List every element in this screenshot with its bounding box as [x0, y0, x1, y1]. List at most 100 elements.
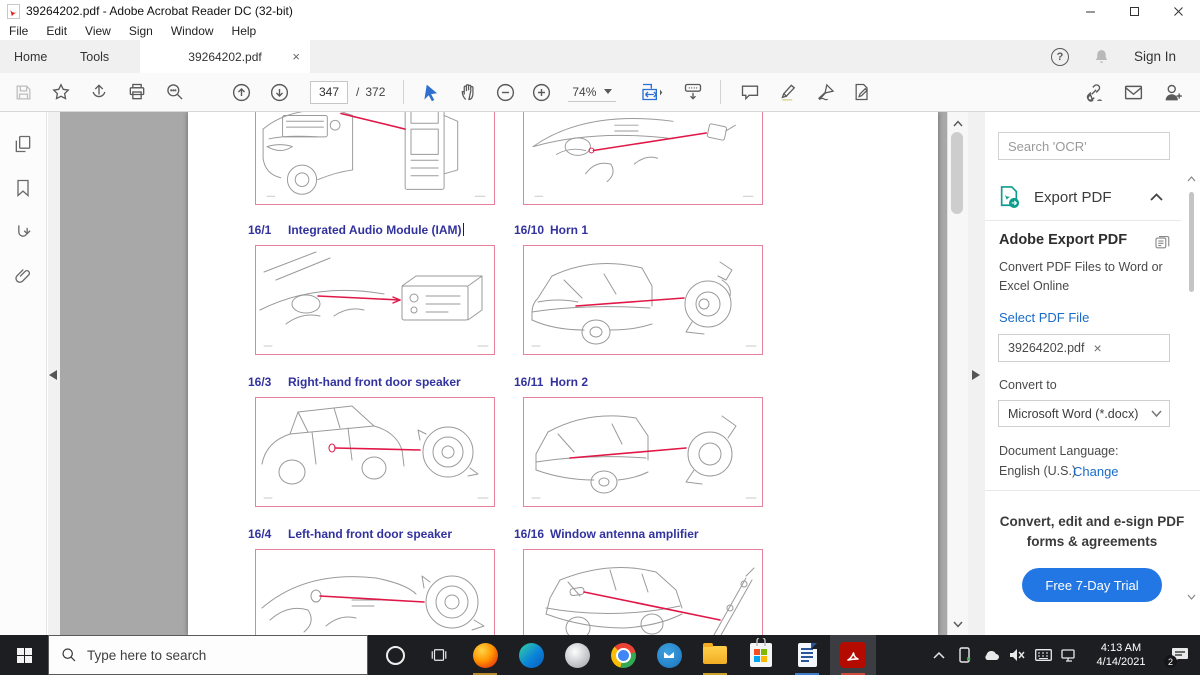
document-language-value: English (U.S.)	[999, 464, 1077, 478]
sign-pen-icon[interactable]	[815, 80, 837, 104]
caption-number: 16/3	[248, 375, 272, 389]
menu-view[interactable]: View	[76, 24, 120, 38]
page-number-input[interactable]: 347	[310, 80, 348, 104]
highlight-icon[interactable]	[777, 80, 799, 104]
star-icon[interactable]	[50, 80, 72, 104]
caption-number: 16/4	[248, 527, 272, 541]
taskbar-app-edge[interactable]	[508, 635, 554, 675]
fill-sign-icon[interactable]	[851, 80, 873, 104]
pdf-file-icon	[7, 3, 20, 19]
onedrive-cloud-icon[interactable]	[978, 635, 1004, 675]
touch-keyboard-icon[interactable]	[1030, 635, 1056, 675]
tools-panel: Export PDF Adobe Export PDF Convert PDF …	[985, 112, 1200, 635]
document-viewer[interactable]: 16/1 Integrated Audio Module (IAM) 16/10 H…	[60, 112, 947, 635]
your-phone-icon[interactable]	[952, 635, 978, 675]
save-icon[interactable]	[12, 80, 34, 104]
tab-home[interactable]: Home	[14, 40, 47, 73]
cortana-button[interactable]	[372, 635, 418, 675]
tab-document-label: 39264202.pdf	[188, 49, 262, 64]
uturn-arrow-icon[interactable]	[13, 222, 33, 242]
page-total: 372	[365, 85, 386, 99]
text-cursor	[462, 223, 464, 236]
panel-scrollbar[interactable]	[1187, 174, 1196, 602]
menu-edit[interactable]: Edit	[37, 24, 76, 38]
caption-number: 16/11	[514, 375, 544, 389]
taskbar-app-thunderbird[interactable]	[646, 635, 692, 675]
help-icon[interactable]: ?	[1050, 47, 1069, 66]
volume-muted-icon[interactable]	[1004, 635, 1030, 675]
change-language-link[interactable]: Change	[1073, 464, 1119, 479]
collapse-left-icon[interactable]	[49, 370, 57, 380]
taskbar-app-chrome[interactable]	[600, 635, 646, 675]
search-icon[interactable]	[164, 80, 186, 104]
add-person-icon[interactable]	[1162, 80, 1184, 104]
selected-file-field[interactable]: 39264202.pdf ×	[998, 334, 1170, 362]
caption-label: Horn 1	[550, 223, 589, 237]
start-button[interactable]	[0, 635, 48, 675]
email-icon[interactable]	[1122, 80, 1144, 104]
scrollbar-thumb[interactable]	[951, 132, 963, 214]
taskbar-clock[interactable]: 4:13 AM 4/14/2021	[1086, 641, 1156, 669]
tools-search-input[interactable]	[998, 132, 1170, 160]
scrolling-mode-icon[interactable]	[682, 80, 704, 104]
sign-in-button[interactable]: Sign In	[1134, 49, 1176, 64]
share-link-icon[interactable]	[1082, 80, 1104, 104]
taskbar-app-store[interactable]	[738, 635, 784, 675]
copy-pages-icon[interactable]	[1153, 232, 1171, 250]
task-view-button[interactable]	[416, 635, 462, 675]
menu-file[interactable]: File	[0, 24, 37, 38]
export-pdf-section-header[interactable]: Export PDF	[985, 180, 1200, 214]
collapse-right-icon[interactable]	[972, 370, 980, 380]
print-icon[interactable]	[126, 80, 148, 104]
zoom-out-icon[interactable]	[494, 80, 516, 104]
figure-window-antenna-amplifier	[523, 549, 763, 635]
panel-scrollbar-thumb[interactable]	[1189, 192, 1194, 292]
menu-sign[interactable]: Sign	[120, 24, 162, 38]
maximize-button[interactable]	[1112, 0, 1156, 22]
taskbar-app-firefox[interactable]	[462, 635, 508, 675]
network-icon[interactable]	[1056, 635, 1082, 675]
menu-window[interactable]: Window	[162, 24, 223, 38]
bookmarks-icon[interactable]	[13, 178, 33, 198]
taskbar-app-acrobat[interactable]	[830, 635, 876, 675]
firefox-icon	[472, 642, 498, 668]
tab-tools[interactable]: Tools	[80, 40, 109, 73]
panel-scroll-up-icon[interactable]	[1187, 176, 1196, 182]
comment-icon[interactable]	[739, 80, 761, 104]
attachments-paperclip-icon[interactable]	[13, 266, 33, 286]
tab-close-icon[interactable]: ×	[292, 49, 300, 64]
taskbar-app-file-explorer[interactable]	[692, 635, 738, 675]
close-button[interactable]	[1156, 0, 1200, 22]
figure-caption: 16/16 Window antenna amplifier	[514, 527, 699, 541]
menu-help[interactable]: Help	[223, 24, 266, 38]
taskbar-app-sphere[interactable]	[554, 635, 600, 675]
right-panel-collapse-strip[interactable]	[968, 112, 986, 635]
document-scrollbar[interactable]	[947, 112, 969, 635]
next-page-icon[interactable]	[268, 80, 290, 104]
zoom-in-icon[interactable]	[530, 80, 552, 104]
taskbar-search-input[interactable]	[85, 646, 339, 664]
minimize-button[interactable]	[1068, 0, 1112, 22]
taskbar-app-writer[interactable]	[784, 635, 830, 675]
select-tool-icon[interactable]	[420, 80, 442, 104]
format-dropdown[interactable]: Microsoft Word (*.docx)	[998, 400, 1170, 427]
hidden-icons-chevron[interactable]	[926, 635, 952, 675]
panel-scroll-down-icon[interactable]	[1187, 594, 1196, 600]
previous-page-icon[interactable]	[230, 80, 252, 104]
clear-file-icon[interactable]: ×	[1093, 340, 1161, 356]
tab-document[interactable]: 39264202.pdf ×	[140, 40, 310, 73]
caption-number: 16/1	[248, 223, 272, 237]
free-trial-button[interactable]: Free 7-Day Trial	[1022, 568, 1162, 602]
hand-tool-icon[interactable]	[458, 80, 480, 104]
collapse-section-icon[interactable]	[1149, 193, 1163, 201]
action-center-button[interactable]: 2	[1160, 635, 1200, 675]
share-upload-icon[interactable]	[88, 80, 110, 104]
page-thumbnails-icon[interactable]	[13, 134, 33, 154]
bell-icon[interactable]	[1093, 48, 1110, 65]
select-pdf-file-link[interactable]: Select PDF File	[999, 310, 1089, 325]
scroll-up-icon[interactable]	[948, 114, 968, 132]
zoom-level-dropdown[interactable]: 74%	[568, 83, 617, 102]
fit-width-icon[interactable]	[638, 80, 668, 104]
scroll-down-icon[interactable]	[948, 615, 968, 633]
taskbar-search-box[interactable]	[48, 635, 368, 675]
